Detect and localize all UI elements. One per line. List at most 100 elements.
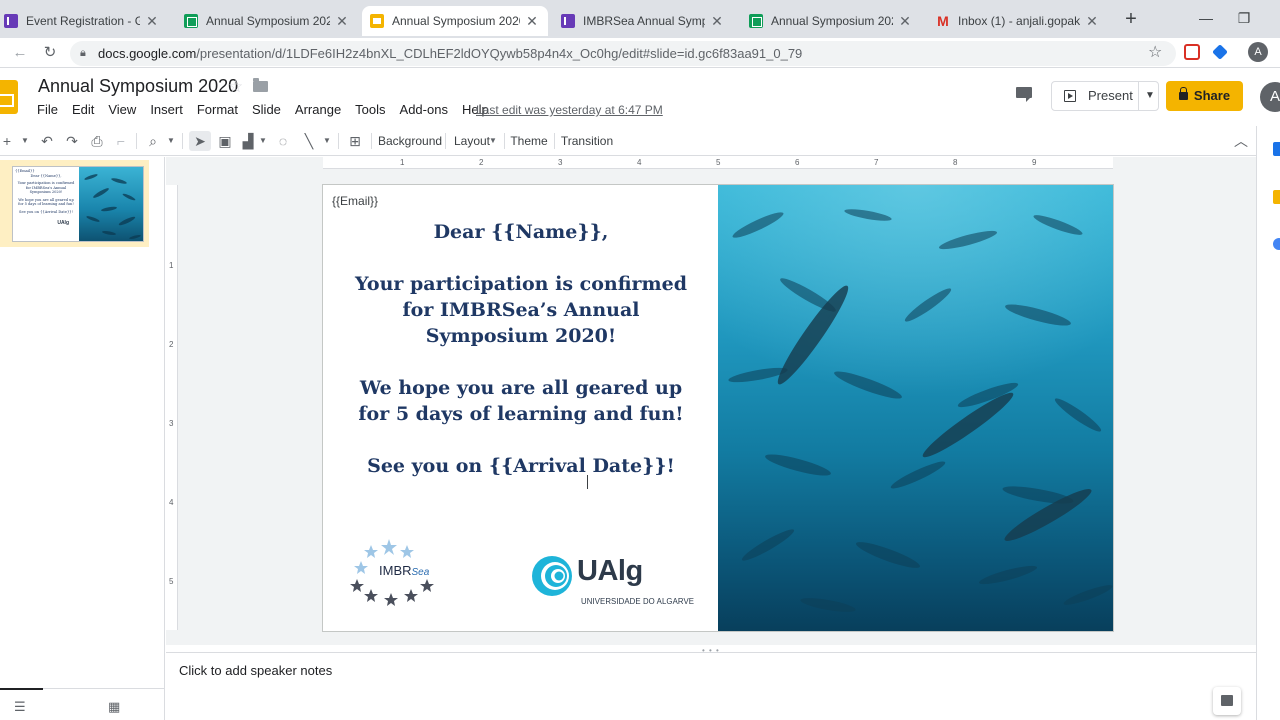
image-icon[interactable]: ▟	[238, 131, 258, 151]
last-edit-link[interactable]: Last edit was yesterday at 6:47 PM	[476, 103, 663, 117]
chevron-down-icon[interactable]: ▼	[1145, 82, 1155, 110]
keep-icon[interactable]	[1273, 190, 1280, 204]
user-avatar[interactable]: A	[1260, 82, 1280, 112]
shape-icon[interactable]: ◌	[273, 131, 293, 151]
new-slide-icon[interactable]: +	[0, 131, 14, 151]
slides-logo-icon[interactable]	[0, 80, 18, 114]
profile-avatar[interactable]: A	[1248, 42, 1268, 62]
ruler-tick: 1	[400, 158, 405, 167]
transition-button[interactable]: Transition	[560, 131, 614, 151]
layout-button[interactable]: Layout	[452, 131, 492, 151]
close-icon[interactable]: ✕	[897, 13, 913, 30]
ruler-tick: 4	[637, 158, 642, 167]
imbrsea-logo[interactable]: IMBRSea	[349, 537, 437, 609]
minimize-icon[interactable]: —	[1196, 10, 1216, 26]
thumbnail-logo: UAlg	[57, 220, 69, 226]
folder-icon[interactable]	[253, 78, 268, 92]
close-icon[interactable]: ✕	[709, 13, 725, 30]
url-input[interactable]: 🔒︎ docs.google.com/presentation/d/1LDFe6…	[70, 41, 1176, 66]
reload-icon[interactable]: ↻	[40, 43, 60, 63]
email-placeholder-text[interactable]: {{Email}}	[332, 194, 378, 208]
extension-icon[interactable]	[1184, 44, 1200, 60]
close-icon[interactable]: ✕	[1084, 13, 1100, 30]
bookmark-star-icon[interactable]: ☆	[1148, 42, 1162, 62]
sheets-icon	[749, 14, 763, 28]
redo-icon[interactable]: ↷	[63, 131, 81, 151]
tab-title: Annual Symposium 2020 Reg	[771, 14, 893, 28]
background-button[interactable]: Background	[378, 131, 442, 151]
browser-tab-active[interactable]: Annual Symposium 2020 - G ✕	[362, 6, 548, 36]
tab-title: IMBRSea Annual Symposium	[583, 14, 705, 28]
insert-comment-icon[interactable]: ⊞	[345, 131, 365, 151]
document-title[interactable]: Annual Symposium 2020	[38, 76, 238, 97]
tasks-icon[interactable]	[1273, 238, 1280, 250]
calendar-icon[interactable]	[1273, 142, 1280, 156]
ruler-tick: 3	[169, 419, 174, 428]
collapse-toolbar-icon[interactable]: ︿	[1232, 131, 1250, 151]
tab-title: Event Registration - Google F	[26, 14, 140, 28]
body-line: for 5 days of learning and fun!	[358, 403, 684, 425]
browser-tab[interactable]: Event Registration - Google F ✕	[0, 6, 168, 36]
browser-tab[interactable]: Annual Symposium 2020 Reg ✕	[176, 6, 358, 36]
chevron-down-icon[interactable]: ▼	[20, 131, 30, 151]
undo-icon[interactable]: ↶	[38, 131, 56, 151]
explore-icon[interactable]	[1213, 687, 1241, 715]
imbrsea-logo-text: IMBRSea	[379, 563, 429, 578]
print-icon[interactable]: ⎙	[88, 131, 106, 151]
browser-tab[interactable]: IMBRSea Annual Symposium ✕	[553, 6, 733, 36]
side-panel	[1256, 126, 1280, 720]
slide-thumbnail[interactable]: {{Email}} Dear {{Name}}, Your participat…	[12, 166, 144, 242]
toolbar: + ▼ ↶ ↷ ⎙ ⌐ ⌕ ▼ ➤ ▣ ▟ ▼ ◌ ╲ ▼ ⊞ Backgrou…	[0, 126, 1280, 156]
tab-title: Annual Symposium 2020 Reg	[206, 14, 330, 28]
menu-arrange[interactable]: Arrange	[288, 102, 348, 117]
theme-button[interactable]: Theme	[510, 131, 548, 151]
line-icon[interactable]: ╲	[299, 131, 319, 151]
menu-addons[interactable]: Add-ons	[393, 102, 455, 117]
browser-tab[interactable]: Annual Symposium 2020 Reg ✕	[741, 6, 921, 36]
text-box-icon[interactable]: ▣	[215, 131, 235, 151]
menu-file[interactable]: File	[30, 102, 65, 117]
ualg-logo[interactable]: UAlg UNIVERSIDADE DO ALGARVE	[531, 553, 701, 609]
menu-edit[interactable]: Edit	[65, 102, 101, 117]
restore-icon[interactable]: ❐	[1234, 10, 1254, 27]
paint-format-icon[interactable]: ⌐	[112, 131, 130, 151]
browser-tab-strip: Event Registration - Google F ✕ Annual S…	[0, 0, 1280, 38]
ruler-tick: 7	[874, 158, 879, 167]
menu-slide[interactable]: Slide	[245, 102, 288, 117]
back-icon[interactable]: ←	[10, 43, 30, 63]
slide-thumbnail-selected[interactable]: {{Email}} Dear {{Name}}, Your participat…	[0, 160, 149, 247]
close-icon[interactable]: ✕	[524, 13, 540, 30]
speaker-notes-panel[interactable]: Click to add speaker notes	[166, 652, 1256, 720]
comments-icon[interactable]	[1014, 85, 1034, 103]
browser-tab[interactable]: M Inbox (1) - anjali.gopakumar ✕	[928, 6, 1108, 36]
list-view-icon[interactable]: ☰	[14, 699, 26, 715]
chevron-down-icon[interactable]: ▼	[258, 131, 268, 151]
text-cursor	[587, 475, 588, 489]
menu-tools[interactable]: Tools	[348, 102, 392, 117]
grid-view-icon[interactable]: ▦	[108, 699, 120, 715]
divider	[1138, 82, 1139, 110]
menu-format[interactable]: Format	[190, 102, 245, 117]
new-tab-button[interactable]: +	[1122, 9, 1140, 29]
select-cursor-icon[interactable]: ➤	[189, 131, 211, 151]
menu-insert[interactable]: Insert	[143, 102, 190, 117]
slide[interactable]: {{Email}} Dear {{Name}}, Your participat…	[323, 185, 1113, 631]
close-icon[interactable]: ✕	[334, 13, 350, 30]
chevron-down-icon[interactable]: ▼	[166, 131, 176, 151]
extension-icon[interactable]	[1212, 44, 1228, 60]
close-icon[interactable]: ✕	[144, 13, 160, 30]
slides-icon	[370, 14, 384, 28]
shark-photo[interactable]	[718, 185, 1113, 631]
star-icon[interactable]: ☆	[228, 77, 243, 97]
present-button[interactable]: Present ▼	[1051, 81, 1159, 111]
forms-icon	[4, 14, 18, 28]
chevron-down-icon[interactable]: ▼	[322, 131, 332, 151]
share-button[interactable]: Share	[1166, 81, 1243, 111]
menu-view[interactable]: View	[101, 102, 143, 117]
speaker-notes-placeholder[interactable]: Click to add speaker notes	[179, 663, 332, 678]
present-label: Present	[1088, 88, 1133, 103]
chevron-down-icon[interactable]: ▼	[488, 131, 498, 151]
slide-body-text[interactable]: Dear {{Name}}, Your participation is con…	[323, 219, 719, 479]
zoom-icon[interactable]: ⌕	[144, 131, 162, 151]
